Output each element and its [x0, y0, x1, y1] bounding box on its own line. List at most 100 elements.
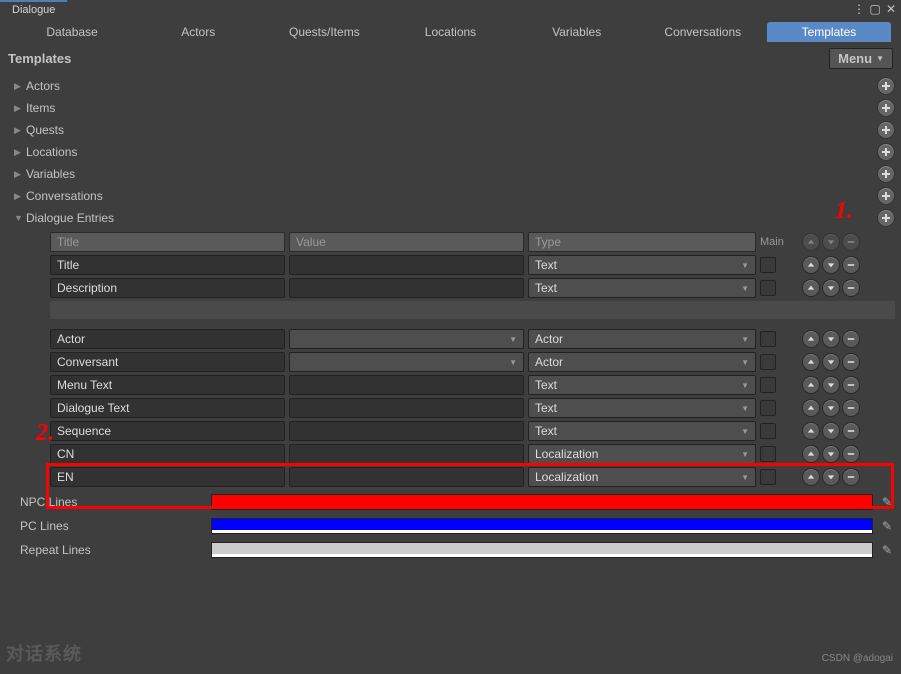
move-up-button[interactable]: [802, 399, 820, 417]
tree-items[interactable]: ▶ Items: [6, 97, 895, 119]
tree-variables[interactable]: ▶ Variables: [6, 163, 895, 185]
main-checkbox[interactable]: [760, 331, 776, 347]
move-up-button[interactable]: [802, 376, 820, 394]
eyedropper-icon[interactable]: ✎: [879, 518, 895, 534]
move-up-button[interactable]: [802, 353, 820, 371]
add-button[interactable]: [877, 187, 895, 205]
value-input[interactable]: [289, 421, 524, 441]
move-down-button[interactable]: [822, 445, 840, 463]
value-input[interactable]: [289, 444, 524, 464]
color-field[interactable]: [211, 518, 873, 534]
main-checkbox[interactable]: [760, 377, 776, 393]
value-input[interactable]: [289, 255, 524, 275]
title-input[interactable]: CN: [50, 444, 285, 464]
tree-locations[interactable]: ▶ Locations: [6, 141, 895, 163]
type-select[interactable]: Actor▼: [528, 352, 756, 372]
tree-quests[interactable]: ▶ Quests: [6, 119, 895, 141]
title-input[interactable]: Menu Text: [50, 375, 285, 395]
eyedropper-icon[interactable]: ✎: [879, 494, 895, 510]
move-up-button[interactable]: [802, 422, 820, 440]
remove-button[interactable]: [842, 330, 860, 348]
move-down-button[interactable]: [822, 422, 840, 440]
main-checkbox[interactable]: [760, 400, 776, 416]
title-input[interactable]: EN: [50, 467, 285, 487]
title-input[interactable]: Conversant: [50, 352, 285, 372]
type-select[interactable]: Localization▼: [528, 467, 756, 487]
tree-actors[interactable]: ▶ Actors: [6, 75, 895, 97]
move-down-button[interactable]: [822, 353, 840, 371]
eyedropper-icon[interactable]: ✎: [879, 542, 895, 558]
title-input[interactable]: Title: [50, 255, 285, 275]
title-input[interactable]: Actor: [50, 329, 285, 349]
title-input[interactable]: Sequence: [50, 421, 285, 441]
add-button[interactable]: [877, 209, 895, 227]
type-select[interactable]: Actor▼: [528, 329, 756, 349]
type-select[interactable]: Text▼: [528, 421, 756, 441]
value-input[interactable]: [289, 375, 524, 395]
main-checkbox[interactable]: [760, 280, 776, 296]
tab-actors[interactable]: Actors: [136, 22, 260, 42]
window-tab[interactable]: Dialogue: [0, 0, 67, 18]
main-checkbox[interactable]: [760, 423, 776, 439]
move-down-button[interactable]: [822, 399, 840, 417]
title-input[interactable]: Description: [50, 278, 285, 298]
arrow-right-icon: ▶: [14, 103, 24, 114]
tab-variables[interactable]: Variables: [515, 22, 639, 42]
main-checkbox[interactable]: [760, 354, 776, 370]
move-down-button[interactable]: [822, 233, 840, 251]
add-button[interactable]: [877, 77, 895, 95]
remove-button[interactable]: [842, 279, 860, 297]
type-select[interactable]: Text▼: [528, 398, 756, 418]
remove-button[interactable]: [842, 256, 860, 274]
move-down-button[interactable]: [822, 376, 840, 394]
remove-button[interactable]: [842, 233, 860, 251]
move-down-button[interactable]: [822, 468, 840, 486]
color-field[interactable]: [211, 542, 873, 558]
add-button[interactable]: [877, 165, 895, 183]
move-up-button[interactable]: [802, 330, 820, 348]
type-select[interactable]: Text▼: [528, 278, 756, 298]
type-select[interactable]: Text▼: [528, 255, 756, 275]
value-input[interactable]: [289, 467, 524, 487]
maximize-icon[interactable]: ▢: [869, 3, 881, 15]
type-select[interactable]: Localization▼: [528, 444, 756, 464]
tree-dialogue-entries[interactable]: ▼ Dialogue Entries: [6, 207, 895, 229]
remove-button[interactable]: [842, 422, 860, 440]
color-field[interactable]: [211, 494, 873, 510]
tab-database[interactable]: Database: [10, 22, 134, 42]
move-down-button[interactable]: [822, 330, 840, 348]
add-button[interactable]: [877, 143, 895, 161]
tab-conversations[interactable]: Conversations: [641, 22, 765, 42]
title-input[interactable]: Dialogue Text: [50, 398, 285, 418]
tree-label: Dialogue Entries: [26, 211, 114, 225]
move-down-button[interactable]: [822, 256, 840, 274]
remove-button[interactable]: [842, 399, 860, 417]
tree-conversations[interactable]: ▶ Conversations: [6, 185, 895, 207]
value-input[interactable]: [289, 278, 524, 298]
move-up-button[interactable]: [802, 256, 820, 274]
add-button[interactable]: [877, 99, 895, 117]
main-checkbox[interactable]: [760, 257, 776, 273]
kebab-icon[interactable]: ⋮: [853, 3, 865, 15]
remove-button[interactable]: [842, 468, 860, 486]
move-down-button[interactable]: [822, 279, 840, 297]
tab-locations[interactable]: Locations: [388, 22, 512, 42]
main-checkbox[interactable]: [760, 446, 776, 462]
move-up-button[interactable]: [802, 445, 820, 463]
close-icon[interactable]: ✕: [885, 3, 897, 15]
main-checkbox[interactable]: [760, 469, 776, 485]
value-select[interactable]: ▼: [289, 329, 524, 349]
remove-button[interactable]: [842, 376, 860, 394]
tab-templates[interactable]: Templates: [767, 22, 891, 42]
value-select[interactable]: ▼: [289, 352, 524, 372]
move-up-button[interactable]: [802, 279, 820, 297]
menu-button[interactable]: Menu ▼: [829, 48, 893, 69]
tab-questsitems[interactable]: Quests/Items: [262, 22, 386, 42]
move-up-button[interactable]: [802, 468, 820, 486]
type-select[interactable]: Text▼: [528, 375, 756, 395]
move-up-button[interactable]: [802, 233, 820, 251]
value-input[interactable]: [289, 398, 524, 418]
remove-button[interactable]: [842, 353, 860, 371]
remove-button[interactable]: [842, 445, 860, 463]
add-button[interactable]: [877, 121, 895, 139]
